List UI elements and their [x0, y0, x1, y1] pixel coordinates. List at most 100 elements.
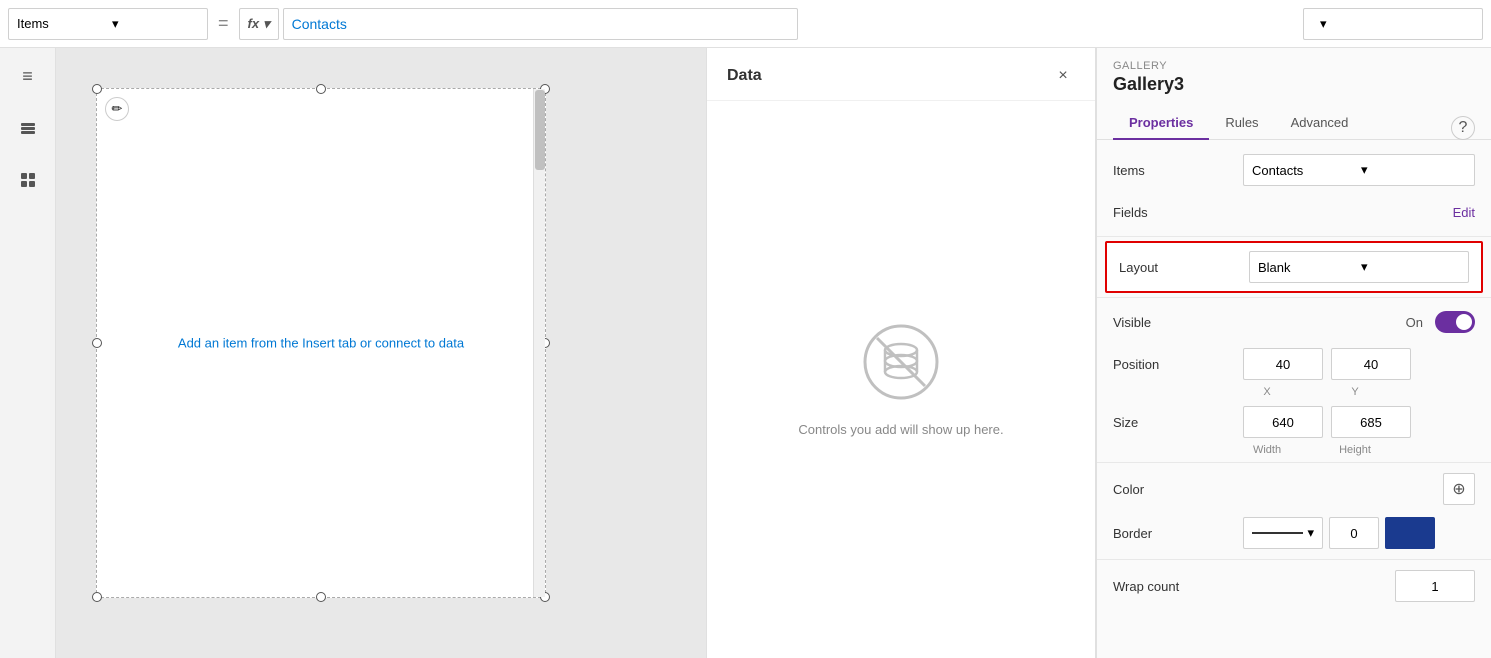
toggle-thumb	[1456, 314, 1472, 330]
fx-button[interactable]: fx ▾	[239, 8, 279, 40]
data-panel-message: Controls you add will show up here.	[798, 422, 1003, 437]
fields-edit-link[interactable]: Edit	[1453, 205, 1475, 220]
position-x-input[interactable]	[1243, 348, 1323, 380]
scrollbar-thumb	[535, 90, 545, 170]
position-row: Position	[1097, 342, 1491, 386]
border-color-swatch[interactable]	[1385, 517, 1435, 549]
props-gallery-name: Gallery3	[1113, 74, 1475, 95]
items-prop-control: Contacts ▾	[1243, 154, 1475, 186]
size-width-input[interactable]	[1243, 406, 1323, 438]
divider-2	[1097, 297, 1491, 298]
position-prop-control	[1243, 348, 1475, 380]
width-label: Width	[1227, 444, 1307, 456]
size-row: Size	[1097, 400, 1491, 444]
items-prop-label: Items	[1113, 163, 1243, 178]
right-dropdown[interactable]: ▾	[1303, 8, 1483, 40]
visible-on-label: On	[1406, 315, 1423, 330]
props-panel-header: GALLERY Gallery3	[1097, 48, 1491, 107]
visible-toggle[interactable]	[1435, 311, 1475, 333]
wrap-count-input[interactable]	[1395, 570, 1475, 602]
gallery-scrollbar[interactable]	[533, 89, 545, 597]
data-panel-title: Data	[727, 67, 762, 85]
color-prop-label: Color	[1113, 482, 1243, 497]
sidebar-components-icon[interactable]	[12, 164, 44, 196]
handle-top-mid[interactable]	[316, 84, 326, 94]
data-panel-close-button[interactable]: ×	[1051, 64, 1075, 88]
color-dropper-icon: ⊕	[1452, 479, 1465, 499]
items-dropdown-label: Items	[17, 16, 104, 31]
fx-label: fx	[248, 16, 260, 31]
size-prop-label: Size	[1113, 415, 1243, 430]
visible-prop-label: Visible	[1113, 315, 1243, 330]
tab-advanced[interactable]: Advanced	[1275, 107, 1365, 140]
help-button[interactable]: ?	[1451, 116, 1475, 140]
sidebar-layers-icon[interactable]	[12, 112, 44, 144]
props-tabs: Properties Rules Advanced	[1097, 107, 1491, 140]
visible-prop-control: On	[1243, 311, 1475, 333]
color-swatch[interactable]: ⊕	[1443, 473, 1475, 505]
top-bar: Items ▾ = fx ▾ ▾	[0, 0, 1491, 48]
gallery-placeholder: Add an item from the Insert tab or conne…	[171, 333, 471, 353]
tab-properties[interactable]: Properties	[1113, 107, 1209, 140]
layout-row: Layout Blank ▾	[1105, 241, 1483, 293]
sidebar-menu-icon[interactable]: ≡	[12, 60, 44, 92]
position-y-input[interactable]	[1331, 348, 1411, 380]
edit-icon[interactable]: ✏	[105, 97, 129, 121]
left-sidebar: ≡	[0, 48, 56, 658]
fx-chevron: ▾	[263, 16, 270, 32]
size-prop-control	[1243, 406, 1475, 438]
height-label: Height	[1315, 444, 1395, 456]
border-prop-control: ▾	[1243, 517, 1475, 549]
size-dimension-labels: Width Height	[1097, 444, 1491, 458]
layout-dropdown-arrow: ▾	[1361, 259, 1460, 275]
equals-separator: =	[212, 13, 235, 34]
data-panel-content: Controls you add will show up here.	[707, 101, 1095, 658]
border-prop-label: Border	[1113, 526, 1243, 541]
border-width-input[interactable]	[1329, 517, 1379, 549]
fields-prop-control: Edit	[1243, 205, 1475, 220]
items-value-dropdown[interactable]: Contacts ▾	[1243, 154, 1475, 186]
handle-mid-left[interactable]	[92, 338, 102, 348]
position-axis-labels: X Y	[1097, 386, 1491, 400]
divider-3	[1097, 462, 1491, 463]
color-row: Color ⊕	[1097, 467, 1491, 511]
fields-row: Fields Edit	[1097, 192, 1491, 232]
props-category-label: GALLERY	[1113, 60, 1475, 72]
border-line	[1252, 532, 1303, 534]
layout-value-dropdown[interactable]: Blank ▾	[1249, 251, 1469, 283]
items-dropdown-arrow: ▾	[1361, 162, 1466, 178]
color-prop-control: ⊕	[1243, 473, 1475, 505]
layout-prop-control: Blank ▾	[1249, 251, 1469, 283]
handle-bot-left[interactable]	[92, 592, 102, 602]
border-style-dropdown[interactable]: ▾	[1243, 517, 1323, 549]
divider-1	[1097, 236, 1491, 237]
size-inputs	[1243, 406, 1475, 438]
data-panel: Data × Controls you add will show up her…	[706, 48, 1096, 658]
items-dropdown[interactable]: Items ▾	[8, 8, 208, 40]
handle-top-left[interactable]	[92, 84, 102, 94]
handle-bot-mid[interactable]	[316, 592, 326, 602]
tab-rules[interactable]: Rules	[1209, 107, 1274, 140]
database-icon	[861, 322, 941, 402]
y-axis-label: Y	[1315, 386, 1395, 398]
wrap-count-row: Wrap count	[1097, 564, 1491, 608]
main-area: ≡	[0, 48, 1491, 658]
fields-prop-label: Fields	[1113, 205, 1243, 220]
props-body: Items Contacts ▾ Fields Edit	[1097, 140, 1491, 616]
visible-row: Visible On	[1097, 302, 1491, 342]
position-prop-label: Position	[1113, 357, 1243, 372]
items-dropdown-chevron: ▾	[112, 16, 199, 32]
size-height-input[interactable]	[1331, 406, 1411, 438]
properties-panel: GALLERY Gallery3 ? Properties Rules Adva…	[1096, 48, 1491, 658]
items-row: Items Contacts ▾	[1097, 148, 1491, 192]
divider-4	[1097, 559, 1491, 560]
formula-input[interactable]	[283, 8, 798, 40]
canvas-area: ✏ Add an item from the Insert tab or con…	[56, 48, 706, 658]
gallery-widget[interactable]: ✏ Add an item from the Insert tab or con…	[96, 88, 546, 598]
border-dropdown-arrow: ▾	[1307, 525, 1314, 541]
border-row: Border ▾	[1097, 511, 1491, 555]
x-axis-label: X	[1227, 386, 1307, 398]
layout-prop-label: Layout	[1119, 260, 1249, 275]
data-panel-header: Data ×	[707, 48, 1095, 101]
position-inputs	[1243, 348, 1475, 380]
